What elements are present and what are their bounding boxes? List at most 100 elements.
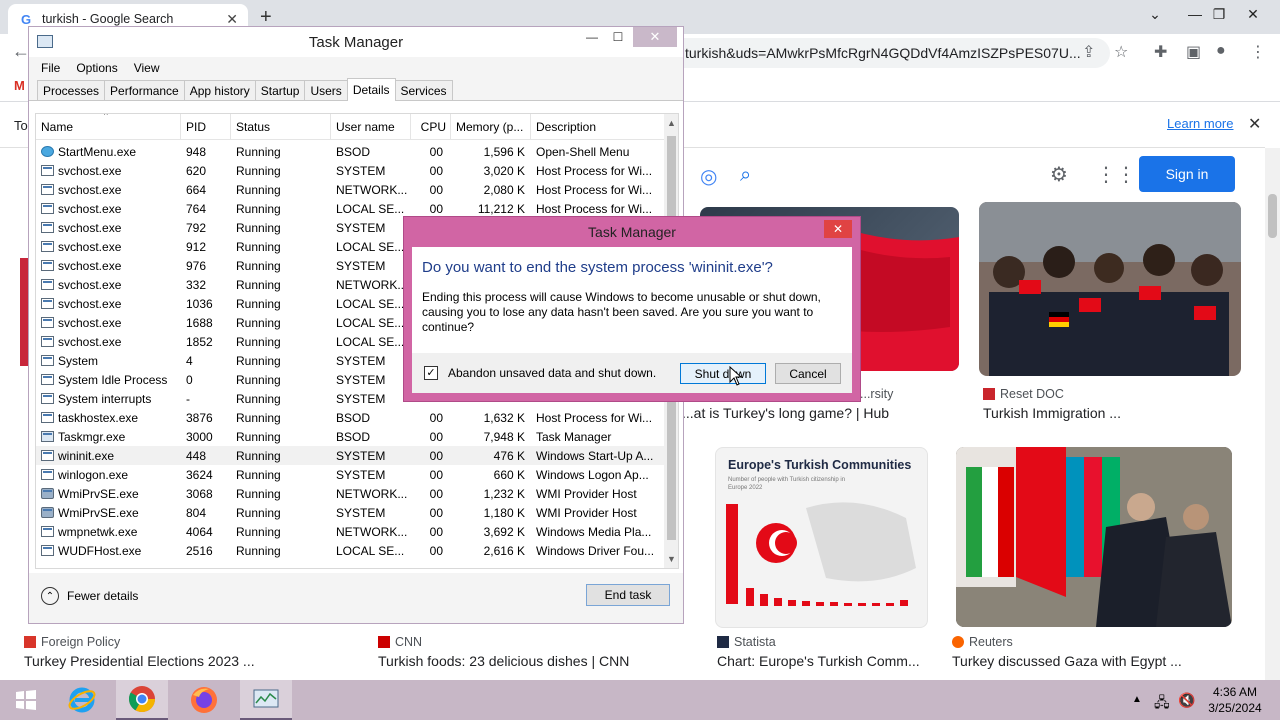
extensions-icon[interactable]: ✚: [1154, 42, 1167, 62]
process-row[interactable]: svchost.exe 664 Running NETWORK... 00 2,080 K…: [36, 180, 664, 199]
process-name: svchost.exe: [58, 315, 122, 330]
chrome-menu-icon[interactable]: ⋮: [1250, 42, 1266, 62]
process-row[interactable]: Taskmgr.exe 3000 Running BSOD 00 7,948 K Task …: [36, 427, 664, 446]
volume-muted-icon[interactable]: 🔇: [1178, 692, 1195, 709]
gmail-icon[interactable]: M: [14, 78, 25, 93]
scroll-down-icon[interactable]: ▼: [667, 554, 676, 564]
cell-user: SYSTEM: [336, 391, 386, 406]
close-window-icon[interactable]: ✕: [1230, 0, 1276, 28]
notice-close-icon[interactable]: ✕: [1248, 114, 1261, 134]
cell-name: svchost.exe: [36, 278, 181, 292]
abandon-data-checkbox[interactable]: ✓ Abandon unsaved data and shut down.: [424, 366, 656, 380]
tm-maximize-icon[interactable]: ☐: [603, 27, 633, 47]
col-description[interactable]: Description: [531, 114, 664, 139]
checkmark-icon[interactable]: ✓: [424, 366, 438, 380]
col-user-name[interactable]: User name: [331, 114, 411, 139]
side-panel-icon[interactable]: ▣: [1186, 42, 1201, 62]
result-title[interactable]: Turkey Presidential Elections 2023 ...: [24, 653, 255, 669]
tm-close-icon[interactable]: ✕: [633, 27, 677, 47]
sign-in-button[interactable]: Sign in: [1139, 156, 1235, 192]
task-manager-taskbar-button[interactable]: [240, 680, 292, 720]
process-row[interactable]: wmpnetwk.exe 4064 Running NETWORK... 00 3,692…: [36, 522, 664, 541]
image-result-students[interactable]: [979, 202, 1241, 376]
result-title[interactable]: ...at is Turkey's long game? | Hub: [682, 405, 889, 421]
fewer-details-button[interactable]: ⌃ Fewer details: [41, 587, 138, 605]
process-row[interactable]: winlogon.exe 3624 Running SYSTEM 00 660 K Wind…: [36, 465, 664, 484]
cell-cpu: 00: [429, 163, 443, 178]
menu-file[interactable]: File: [41, 61, 60, 75]
google-lens-icon[interactable]: ◎: [700, 164, 717, 189]
process-row[interactable]: WUDFHost.exe 2516 Running LOCAL SE... 00 2,61…: [36, 541, 664, 560]
result-title[interactable]: Turkish Immigration ...: [983, 405, 1121, 421]
show-hidden-icons-icon[interactable]: ▲: [1132, 694, 1142, 705]
cell-pid: 764: [186, 201, 207, 216]
firefox-taskbar-button[interactable]: [178, 680, 230, 720]
process-icon: [41, 297, 54, 309]
search-icon[interactable]: ⌕: [740, 164, 751, 187]
page-scrollbar-thumb[interactable]: [1268, 194, 1277, 238]
network-icon[interactable]: 🖧: [1154, 692, 1170, 716]
cell-cpu: 00: [429, 144, 443, 159]
image-result-partial[interactable]: [20, 258, 28, 366]
process-row[interactable]: wininit.exe 448 Running SYSTEM 00 476 K Window…: [36, 446, 664, 465]
settings-gear-icon[interactable]: ⚙: [1050, 162, 1068, 187]
process-row[interactable]: WmiPrvSE.exe 804 Running SYSTEM 00 1,180 K WMI…: [36, 503, 664, 522]
dialog-titlebar[interactable]: Task Manager ✕: [404, 217, 860, 247]
dialog-close-icon[interactable]: ✕: [824, 220, 852, 238]
apps-grid-icon[interactable]: ⋮⋮: [1096, 162, 1136, 187]
tab-users[interactable]: Users: [304, 80, 348, 100]
tab-app-history[interactable]: App history: [183, 80, 256, 100]
chrome-taskbar-button[interactable]: [116, 680, 168, 720]
col-cpu[interactable]: CPU: [411, 114, 451, 139]
share-icon[interactable]: ⇪: [1082, 42, 1095, 62]
tab-services[interactable]: Services: [394, 80, 453, 100]
cell-description: Windows Logon Ap...: [536, 467, 649, 482]
cancel-button[interactable]: Cancel: [775, 363, 841, 384]
tab-details[interactable]: Details: [346, 78, 396, 101]
cell-name: svchost.exe: [36, 183, 181, 197]
profile-icon[interactable]: ●: [1216, 42, 1226, 60]
tab-startup[interactable]: Startup: [254, 80, 306, 100]
cell-status: Running: [236, 144, 281, 159]
cell-cpu: 00: [429, 486, 443, 501]
start-button[interactable]: [0, 680, 52, 720]
resetdoc-favicon-icon: [983, 388, 995, 400]
col-name[interactable]: Name ^: [36, 114, 181, 139]
cell-memory: 660 K: [493, 467, 525, 482]
process-row[interactable]: taskhostex.exe 3876 Running BSOD 00 1,632 K Ho…: [36, 408, 664, 427]
result-source: ...rsity: [860, 387, 893, 401]
bookmark-star-icon[interactable]: ☆: [1114, 42, 1128, 62]
process-icon: [41, 544, 54, 556]
process-row[interactable]: svchost.exe 620 Running SYSTEM 00 3,020 K Host…: [36, 161, 664, 180]
task-manager-titlebar[interactable]: Task Manager — ☐ ✕: [29, 27, 683, 57]
tab-processes[interactable]: Processes: [37, 80, 106, 100]
cell-pid: 0: [186, 372, 193, 387]
image-result-reuters-meeting[interactable]: [956, 447, 1232, 627]
scroll-up-icon[interactable]: ▲: [667, 118, 676, 128]
tab-performance[interactable]: Performance: [104, 80, 185, 100]
chrome-icon: [128, 686, 156, 713]
process-row[interactable]: WmiPrvSE.exe 3068 Running NETWORK... 00 1,232…: [36, 484, 664, 503]
menu-options[interactable]: Options: [76, 61, 117, 75]
tab-close-icon[interactable]: ✕: [226, 11, 238, 28]
taskbar-clock[interactable]: 4:36 AM 3/25/2024: [1200, 684, 1270, 716]
process-row[interactable]: StartMenu.exe 948 Running BSOD 00 1,596 K Open…: [36, 142, 664, 161]
result-title[interactable]: Turkey discussed Gaza with Egypt ...: [952, 653, 1182, 669]
col-pid[interactable]: PID: [181, 114, 231, 139]
result-title[interactable]: Chart: Europe's Turkish Comm...: [717, 653, 920, 669]
menu-view[interactable]: View: [134, 61, 160, 75]
learn-more-link[interactable]: Learn more: [1167, 116, 1233, 131]
process-icon: [41, 373, 54, 385]
cell-status: Running: [236, 201, 281, 216]
col-memory[interactable]: Memory (p...: [451, 114, 531, 139]
cell-pid: 332: [186, 277, 207, 292]
internet-explorer-button[interactable]: [56, 680, 108, 720]
cell-name: svchost.exe: [36, 259, 181, 273]
task-manager-tabs: Processes Performance App history Startu…: [29, 78, 683, 101]
result-title[interactable]: Turkish foods: 23 delicious dishes | CNN: [378, 653, 629, 669]
end-task-button[interactable]: End task: [586, 584, 670, 606]
image-result-statista-chart[interactable]: Europe's Turkish Communities Number of p…: [715, 447, 928, 628]
cell-name: svchost.exe: [36, 240, 181, 254]
col-status[interactable]: Status: [231, 114, 331, 139]
shut-down-button[interactable]: Shut down: [680, 363, 766, 384]
